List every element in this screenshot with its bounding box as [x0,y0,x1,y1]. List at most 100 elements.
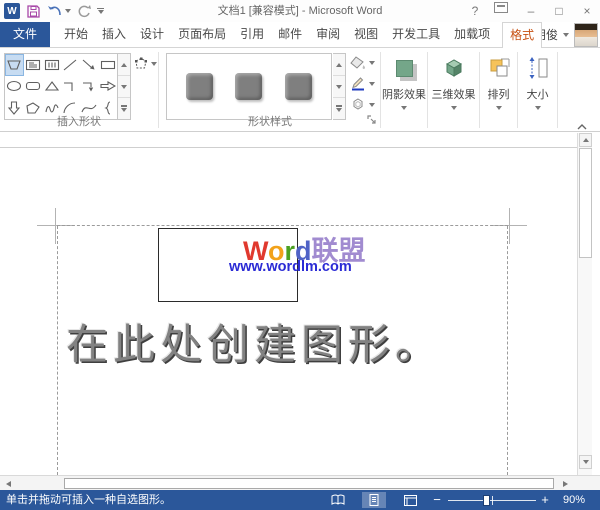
watermark-url: www.wordlm.com [229,259,352,275]
ribbon-display-options-icon [494,2,508,13]
print-layout-button[interactable] [362,492,386,508]
edit-shape-button[interactable] [133,54,159,74]
web-layout-button[interactable] [398,492,422,508]
ribbon-display-options-button[interactable] [494,2,512,20]
word-window: W 文档1 [兼容模式] - Microsoft Word ? – □ × [0,0,600,510]
up-arrow-icon [121,63,127,67]
tab-format-active[interactable]: 格式 [502,22,542,48]
tab-developer[interactable]: 开发工具 [385,22,447,47]
tab-page-layout[interactable]: 页面布局 [171,22,233,47]
group-label-insert-shapes: 插入形状 [0,113,158,129]
down-arrow-icon [336,85,342,89]
scroll-down-button[interactable] [579,455,592,469]
scrollbar-corner [577,475,600,490]
tab-design[interactable]: 设计 [133,22,171,47]
style-scroll-up-button[interactable] [333,54,345,76]
help-button[interactable]: ? [466,2,484,20]
style-scroll-down-button[interactable] [333,76,345,98]
zoom-slider-center-tick [492,496,493,505]
3d-effects-button[interactable]: 三维效果 [428,53,479,110]
shape-outline-arrow [369,82,375,86]
maximize-button[interactable]: □ [550,2,568,20]
scroll-left-button[interactable] [2,478,15,489]
group-separator [557,52,558,128]
tab-file[interactable]: 文件 [0,22,50,47]
shape-icon-elbow-connector[interactable] [61,76,80,98]
zoom-level[interactable]: 90% [556,490,592,510]
gallery-scroll-up-button[interactable] [118,54,130,76]
shape-icon-oval[interactable] [5,76,24,98]
shape-icon-textbox[interactable] [24,54,43,76]
group-separator [158,52,159,128]
shape-icon-elbow-arrow-connector[interactable] [80,76,99,98]
minimize-button[interactable]: – [522,2,540,20]
shape-icon-rounded-rectangle[interactable] [24,76,43,98]
3d-effects-icon [441,55,467,81]
more-bar [336,105,342,107]
tab-mailings[interactable]: 邮件 [271,22,309,47]
tab-view[interactable]: 视图 [347,22,385,47]
shape-effects-arrow [369,103,375,107]
collapse-ribbon-button[interactable] [576,118,588,136]
size-button[interactable]: 大小 [518,53,557,110]
drawing-canvas-top-border [57,225,508,226]
shape-icon-arrow[interactable] [80,54,99,76]
zoom-out-button[interactable]: − [430,490,444,510]
read-mode-icon [330,493,346,507]
up-arrow-icon [583,138,589,142]
tab-insert[interactable]: 插入 [95,22,133,47]
print-layout-icon [367,493,381,507]
shape-fill-icon [350,55,366,70]
shape-icon-trapezoid[interactable] [5,54,24,76]
left-arrow-icon [6,481,11,487]
shape-icon-triangle[interactable] [42,76,61,98]
shape-outline-icon [350,76,366,91]
shadow-effects-arrow [401,106,407,110]
shape-fill-button[interactable] [350,52,380,73]
shape-icon-rectangle[interactable] [98,54,117,76]
vertical-scrollbar[interactable] [577,133,592,475]
arrange-button[interactable]: 排列 [480,53,517,110]
zoom-in-button[interactable]: + [538,490,552,510]
shape-outline-button[interactable] [350,73,380,94]
shape-effects-icon [350,97,366,112]
user-menu-arrow[interactable] [563,33,569,37]
shape-style-preset-1[interactable] [186,73,213,100]
tab-references[interactable]: 引用 [233,22,271,47]
canvas-placeholder-text: 在此处创建图形。 [66,311,442,372]
shape-style-preset-2[interactable] [235,73,262,100]
gallery-scroll-down-button[interactable] [118,76,130,98]
shape-icon-vertical-textbox[interactable] [42,54,61,76]
group-label-shape-styles: 形状样式 [160,113,380,129]
down-arrow-icon [583,460,589,464]
shape-icon-right-arrow[interactable] [98,76,117,98]
tab-add-ins[interactable]: 加载项 [447,22,497,47]
crop-mark-right-vertical [509,208,510,244]
shadow-effects-label: 阴影效果 [381,86,427,102]
collapse-ribbon-icon [576,123,588,131]
scroll-right-button[interactable] [559,478,572,489]
read-mode-button[interactable] [326,492,350,508]
tab-home[interactable]: 开始 [57,22,95,47]
size-icon [526,56,550,80]
group-3d-effects: 三维效果 [428,48,479,132]
document-area[interactable]: Word联盟 www.wordlm.com 在此处创建图形。 [0,133,577,475]
size-label: 大小 [518,86,557,102]
close-button[interactable]: × [578,2,596,20]
vertical-scrollbar-thumb[interactable] [579,148,592,258]
horizontal-scrollbar[interactable] [0,475,577,490]
user-avatar[interactable] [574,23,598,47]
shadow-effects-button[interactable]: 阴影效果 [381,53,427,110]
shape-style-preset-3[interactable] [285,73,312,100]
more-arrow-icon [336,108,342,112]
status-bar: 单击并拖动可插入一种自选图形。 − + 90% [0,490,600,510]
shape-icon-line[interactable] [61,54,80,76]
crop-mark-left-vertical [55,208,56,244]
tab-review[interactable]: 审阅 [309,22,347,47]
arrange-arrow [496,106,502,110]
zoom-slider-thumb[interactable] [483,495,490,506]
horizontal-scrollbar-thumb[interactable] [64,478,554,489]
shape-style-gallery [166,53,332,120]
group-shadow-effects: 阴影效果 [381,48,427,132]
edit-shape-arrow [151,62,157,66]
